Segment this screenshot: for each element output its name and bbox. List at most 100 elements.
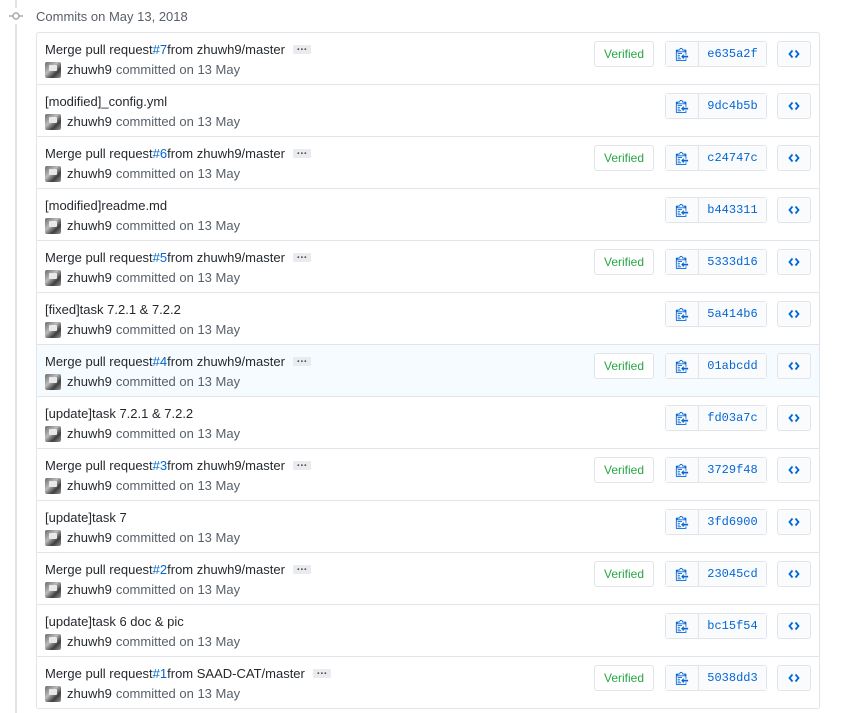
commit-message[interactable]: [fixed]task 7.2.1 & 7.2.2 — [45, 301, 181, 317]
code-icon[interactable] — [777, 561, 811, 587]
commit-message-text[interactable]: Merge pull request — [45, 42, 153, 57]
clipboard-icon[interactable] — [666, 614, 699, 638]
code-icon[interactable] — [777, 301, 811, 327]
clipboard-icon[interactable] — [666, 666, 699, 690]
clipboard-icon[interactable] — [666, 198, 699, 222]
commit-message-suffix[interactable]: from zhuwh9/master — [167, 562, 285, 577]
commit-message[interactable]: Merge pull request #3 from zhuwh9/master… — [45, 457, 311, 473]
commit-message-text[interactable]: [fixed]task 7.2.1 & 7.2.2 — [45, 302, 181, 317]
commit-message[interactable]: Merge pull request #2 from zhuwh9/master… — [45, 561, 311, 577]
commit-author[interactable]: zhuwh9 — [67, 478, 112, 493]
commit-message[interactable]: [update]task 7 — [45, 509, 127, 525]
code-icon[interactable] — [777, 457, 811, 483]
expand-message-button[interactable]: … — [312, 665, 331, 678]
clipboard-icon[interactable] — [666, 510, 699, 534]
commit-message[interactable]: Merge pull request #5 from zhuwh9/master… — [45, 249, 311, 265]
avatar[interactable] — [45, 581, 61, 598]
commit-author[interactable]: zhuwh9 — [67, 374, 112, 389]
expand-message-button[interactable]: … — [292, 561, 311, 574]
commit-sha-link[interactable]: 3fd6900 — [699, 510, 766, 534]
avatar[interactable] — [45, 633, 61, 650]
code-icon[interactable] — [777, 145, 811, 171]
commit-author[interactable]: zhuwh9 — [67, 62, 112, 77]
commit-author[interactable]: zhuwh9 — [67, 322, 112, 337]
pull-request-link[interactable]: #4 — [153, 354, 167, 369]
code-icon[interactable] — [777, 509, 811, 535]
commit-sha-link[interactable]: 9dc4b5b — [699, 94, 766, 118]
avatar[interactable] — [45, 113, 61, 130]
verified-badge[interactable]: Verified — [594, 249, 654, 275]
commit-sha-link[interactable]: 3729f48 — [699, 458, 766, 482]
avatar[interactable] — [45, 321, 61, 338]
clipboard-icon[interactable] — [666, 458, 699, 482]
commit-author[interactable]: zhuwh9 — [67, 114, 112, 129]
commit-message-text[interactable]: [modified]_config.yml — [45, 94, 167, 109]
code-icon[interactable] — [777, 405, 811, 431]
avatar[interactable] — [45, 529, 61, 546]
expand-message-button[interactable]: … — [292, 145, 311, 158]
clipboard-icon[interactable] — [666, 406, 699, 430]
verified-badge[interactable]: Verified — [594, 665, 654, 691]
code-icon[interactable] — [777, 665, 811, 691]
commit-message-text[interactable]: Merge pull request — [45, 354, 153, 369]
commit-author[interactable]: zhuwh9 — [67, 426, 112, 441]
avatar[interactable] — [45, 269, 61, 286]
verified-badge[interactable]: Verified — [594, 561, 654, 587]
clipboard-icon[interactable] — [666, 354, 699, 378]
clipboard-icon[interactable] — [666, 94, 699, 118]
commit-message-text[interactable]: [modified]readme.md — [45, 198, 167, 213]
commit-sha-link[interactable]: c24747c — [699, 146, 766, 170]
code-icon[interactable] — [777, 249, 811, 275]
commit-sha-link[interactable]: 23045cd — [699, 562, 766, 586]
commit-message-suffix[interactable]: from zhuwh9/master — [167, 146, 285, 161]
commit-message-suffix[interactable]: from SAAD-CAT/master — [167, 666, 305, 681]
commit-message-text[interactable]: Merge pull request — [45, 250, 153, 265]
code-icon[interactable] — [777, 613, 811, 639]
commit-author[interactable]: zhuwh9 — [67, 270, 112, 285]
commit-message[interactable]: [update]task 7.2.1 & 7.2.2 — [45, 405, 193, 421]
commit-sha-link[interactable]: 5a414b6 — [699, 302, 766, 326]
pull-request-link[interactable]: #7 — [153, 42, 167, 57]
code-icon[interactable] — [777, 41, 811, 67]
avatar[interactable] — [45, 425, 61, 442]
commit-author[interactable]: zhuwh9 — [67, 686, 112, 701]
verified-badge[interactable]: Verified — [594, 457, 654, 483]
commit-sha-link[interactable]: b443311 — [699, 198, 766, 222]
commit-message-text[interactable]: Merge pull request — [45, 146, 153, 161]
commit-message-suffix[interactable]: from zhuwh9/master — [167, 42, 285, 57]
commit-sha-link[interactable]: 5038dd3 — [699, 666, 766, 690]
code-icon[interactable] — [777, 197, 811, 223]
commit-message[interactable]: Merge pull request #4 from zhuwh9/master… — [45, 353, 311, 369]
commit-sha-link[interactable]: fd03a7c — [699, 406, 766, 430]
commit-message-text[interactable]: Merge pull request — [45, 458, 153, 473]
commit-message-text[interactable]: [update]task 7 — [45, 510, 127, 525]
pull-request-link[interactable]: #5 — [153, 250, 167, 265]
commit-sha-link[interactable]: 5333d16 — [699, 250, 766, 274]
verified-badge[interactable]: Verified — [594, 41, 654, 67]
code-icon[interactable] — [777, 93, 811, 119]
expand-message-button[interactable]: … — [292, 353, 311, 366]
commit-sha-link[interactable]: bc15f54 — [699, 614, 766, 638]
clipboard-icon[interactable] — [666, 146, 699, 170]
commit-message-text[interactable]: Merge pull request — [45, 562, 153, 577]
verified-badge[interactable]: Verified — [594, 353, 654, 379]
verified-badge[interactable]: Verified — [594, 145, 654, 171]
code-icon[interactable] — [777, 353, 811, 379]
commit-message-suffix[interactable]: from zhuwh9/master — [167, 354, 285, 369]
pull-request-link[interactable]: #1 — [153, 666, 167, 681]
commit-message-text[interactable]: [update]task 7.2.1 & 7.2.2 — [45, 406, 193, 421]
clipboard-icon[interactable] — [666, 562, 699, 586]
commit-message-text[interactable]: Merge pull request — [45, 666, 153, 681]
commit-message[interactable]: [modified]_config.yml — [45, 93, 167, 109]
commit-message-text[interactable]: [update]task 6 doc & pic — [45, 614, 184, 629]
commit-sha-link[interactable]: e635a2f — [699, 42, 766, 66]
commit-message[interactable]: [update]task 6 doc & pic — [45, 613, 184, 629]
commit-message[interactable]: Merge pull request #6 from zhuwh9/master… — [45, 145, 311, 161]
pull-request-link[interactable]: #3 — [153, 458, 167, 473]
pull-request-link[interactable]: #2 — [153, 562, 167, 577]
commit-message[interactable]: Merge pull request #7 from zhuwh9/master… — [45, 41, 311, 57]
commit-message[interactable]: Merge pull request #1 from SAAD-CAT/mast… — [45, 665, 331, 681]
commit-author[interactable]: zhuwh9 — [67, 530, 112, 545]
commit-author[interactable]: zhuwh9 — [67, 582, 112, 597]
clipboard-icon[interactable] — [666, 42, 699, 66]
